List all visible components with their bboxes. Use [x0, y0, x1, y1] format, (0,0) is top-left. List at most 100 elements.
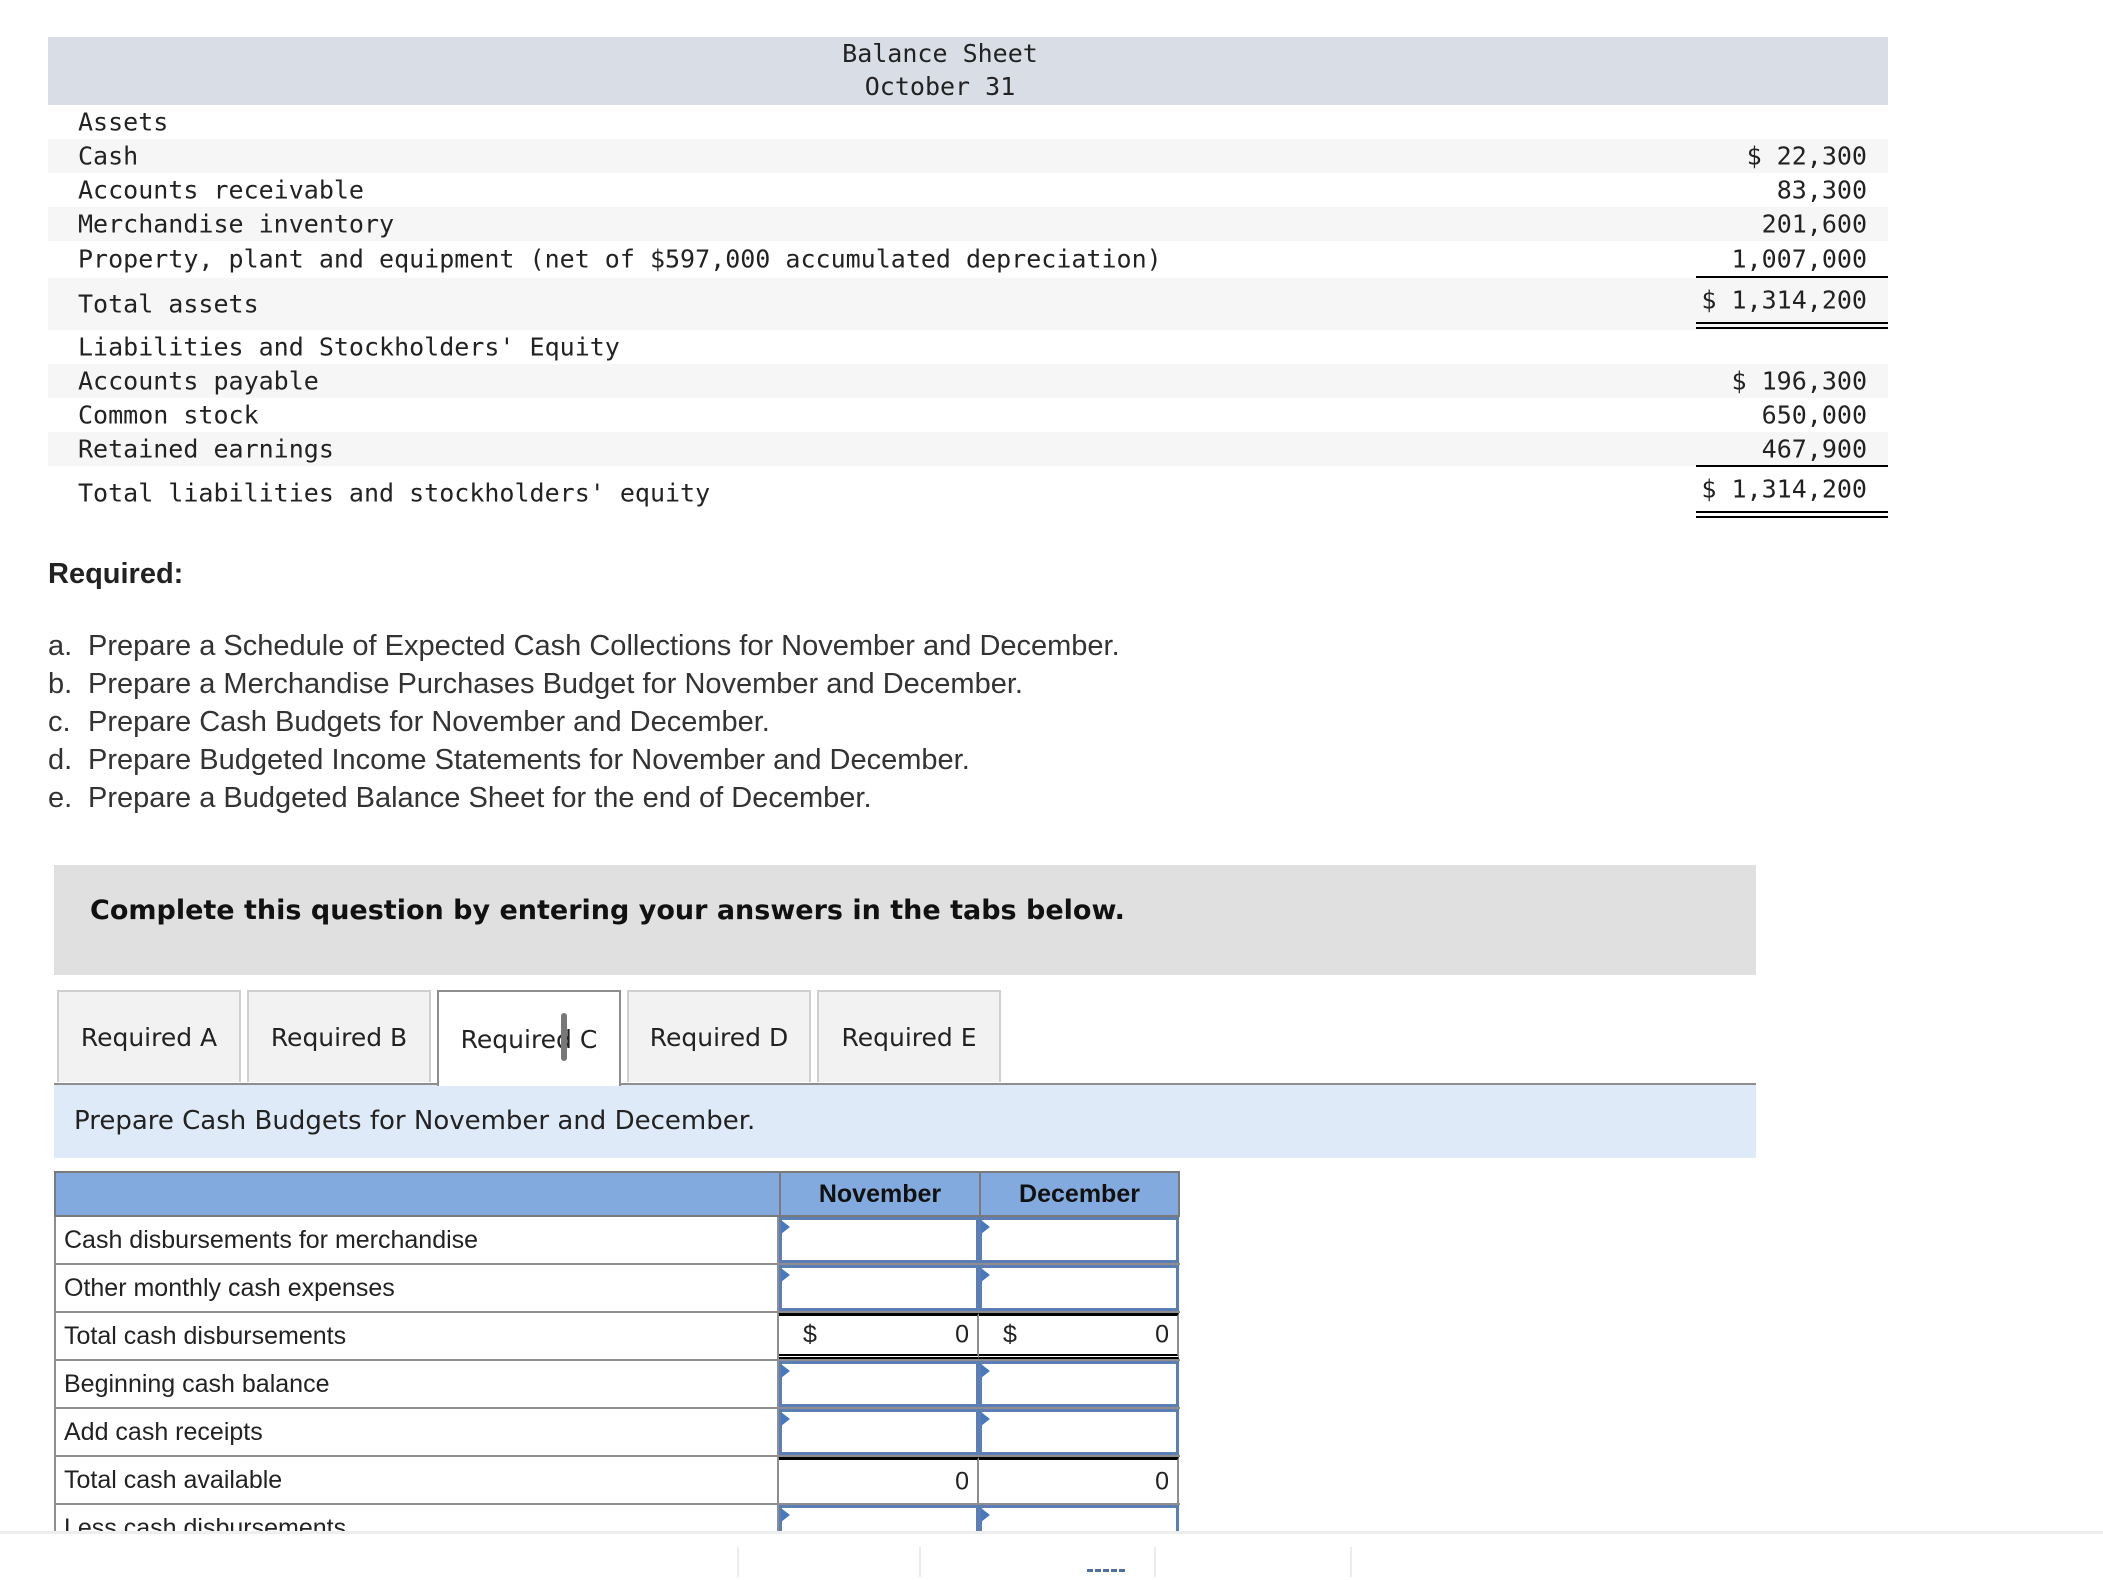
bs-row-ppe: Property, plant and equipment (net of $5… — [48, 241, 1888, 277]
menu-icon[interactable] — [1087, 1569, 1125, 1580]
row-label: Other monthly cash expenses — [54, 1265, 779, 1311]
item-letter: a. — [48, 630, 73, 662]
text-cursor-icon — [561, 1013, 567, 1061]
bs-value: $ 22,300 — [1746, 141, 1867, 171]
required-item: b. Prepare a Merchandise Purchases Budget… — [48, 668, 1023, 701]
required-item: d. Prepare Budgeted Income Statements for… — [48, 744, 970, 777]
bs-label: Retained earnings — [78, 434, 334, 464]
balance-sheet-header: Balance Sheet October 31 — [48, 37, 1888, 105]
bottom-navigation-bar — [0, 1531, 2103, 1577]
total-double-rule — [1696, 511, 1888, 518]
december-input[interactable] — [979, 1409, 1179, 1455]
bs-label: Assets — [78, 107, 169, 137]
bs-label: Total assets — [78, 289, 259, 319]
table-row: Add cash receipts — [54, 1409, 1180, 1457]
item-text: Prepare Budgeted Income Statements for N… — [88, 744, 970, 776]
balance-sheet-title: Balance Sheet — [842, 39, 1038, 68]
bs-row-merchandise-inventory: Merchandise inventory 201,600 — [48, 207, 1888, 241]
row-label: Total cash available — [54, 1457, 779, 1503]
tab-prompt-text: Prepare Cash Budgets for November and De… — [74, 1106, 756, 1136]
bs-label: Common stock — [78, 400, 259, 430]
november-input[interactable] — [779, 1409, 979, 1455]
item-letter: b. — [48, 668, 73, 700]
bs-label: Merchandise inventory — [78, 209, 395, 239]
total-double-rule — [1696, 322, 1888, 329]
tab-required-b[interactable]: Required B — [247, 990, 431, 1082]
bs-value: 1,007,000 — [1731, 244, 1867, 274]
december-value: 0 — [1155, 1320, 1169, 1349]
tab-required-c[interactable]: Required C — [437, 990, 621, 1086]
column-header-november: November — [779, 1173, 979, 1215]
divider — [919, 1547, 921, 1577]
november-input[interactable] — [779, 1265, 979, 1311]
item-text: Prepare Cash Budgets for November and De… — [88, 706, 770, 738]
item-letter: e. — [48, 782, 73, 814]
currency-symbol: $ — [803, 1320, 817, 1349]
table-row: Cash disbursements for merchandise — [54, 1217, 1180, 1265]
november-value: 0 — [955, 1467, 969, 1495]
december-input[interactable] — [979, 1217, 1179, 1263]
table-row: Total cash available 0 0 — [54, 1457, 1180, 1505]
item-text: Prepare a Budgeted Balance Sheet for the… — [88, 782, 872, 814]
required-item: c. Prepare Cash Budgets for November and … — [48, 706, 770, 739]
instruction-text: Complete this question by entering your … — [90, 895, 1125, 926]
bs-value: 83,300 — [1776, 175, 1867, 205]
bs-row-liabilities-heading: Liabilities and Stockholders' Equity — [48, 330, 1888, 364]
table-row: Total cash disbursements $ 0 $ 0 — [54, 1313, 1180, 1361]
november-input[interactable] — [779, 1217, 979, 1263]
november-value: 0 — [955, 1320, 969, 1349]
bs-row-common-stock: Common stock 650,000 — [48, 398, 1888, 432]
item-text: Prepare a Merchandise Purchases Budget f… — [88, 668, 1023, 700]
table-row: Other monthly cash expenses — [54, 1265, 1180, 1313]
bs-value: $ 196,300 — [1731, 366, 1867, 396]
divider — [737, 1547, 739, 1577]
bs-label: Accounts receivable — [78, 175, 364, 205]
balance-sheet-date: October 31 — [864, 72, 1016, 101]
november-input[interactable] — [779, 1361, 979, 1407]
bs-label: Total liabilities and stockholders' equi… — [78, 478, 711, 508]
cash-budget-table: November December Cash disbursements for… — [54, 1171, 1180, 1551]
bs-value: $ 1,314,200 — [1701, 474, 1867, 504]
bs-value: 467,900 — [1761, 434, 1867, 464]
bs-row-cash: Cash $ 22,300 — [48, 139, 1888, 173]
required-heading: Required: — [48, 558, 184, 590]
required-item: e. Prepare a Budgeted Balance Sheet for t… — [48, 782, 872, 815]
instruction-box: Complete this question by entering your … — [54, 865, 1756, 975]
column-header-december: December — [979, 1173, 1178, 1215]
tab-required-e[interactable]: Required E — [817, 990, 1001, 1082]
row-label: Add cash receipts — [54, 1409, 779, 1455]
bs-label: Cash — [78, 141, 139, 171]
table-row: Beginning cash balance — [54, 1361, 1180, 1409]
november-total: 0 — [779, 1457, 979, 1503]
currency-symbol: $ — [1003, 1320, 1017, 1349]
required-item: a. Prepare a Schedule of Expected Cash Co… — [48, 630, 1120, 663]
bs-row-total-assets: Total assets $ 1,314,200 — [48, 278, 1888, 330]
bs-label: Property, plant and equipment (net of $5… — [78, 244, 1162, 274]
item-letter: c. — [48, 706, 71, 738]
bs-row-accounts-payable: Accounts payable $ 196,300 — [48, 364, 1888, 398]
tab-required-d[interactable]: Required D — [627, 990, 811, 1082]
item-letter: d. — [48, 744, 73, 776]
tab-required-a[interactable]: Required A — [57, 990, 241, 1082]
bs-value: 650,000 — [1761, 400, 1867, 430]
december-total: 0 — [979, 1457, 1179, 1503]
bs-value: $ 1,314,200 — [1701, 285, 1867, 315]
tab-prompt: Prepare Cash Budgets for November and De… — [54, 1085, 1756, 1158]
december-value: 0 — [1155, 1467, 1169, 1495]
bs-row-total-liabilities-equity: Total liabilities and stockholders' equi… — [48, 467, 1888, 519]
bs-label: Accounts payable — [78, 366, 319, 396]
divider — [1154, 1547, 1156, 1577]
december-input[interactable] — [979, 1361, 1179, 1407]
item-text: Prepare a Schedule of Expected Cash Coll… — [88, 630, 1120, 662]
bs-row-accounts-receivable: Accounts receivable 83,300 — [48, 173, 1888, 207]
table-header: November December — [54, 1171, 1180, 1217]
december-total: $ 0 — [979, 1313, 1179, 1359]
november-total: $ 0 — [779, 1313, 979, 1359]
bs-row-assets-heading: Assets — [48, 105, 1888, 139]
divider — [1350, 1547, 1352, 1577]
bs-value: 201,600 — [1761, 209, 1867, 239]
row-label: Total cash disbursements — [54, 1313, 779, 1359]
bs-label: Liabilities and Stockholders' Equity — [78, 332, 620, 362]
december-input[interactable] — [979, 1265, 1179, 1311]
row-label: Beginning cash balance — [54, 1361, 779, 1407]
